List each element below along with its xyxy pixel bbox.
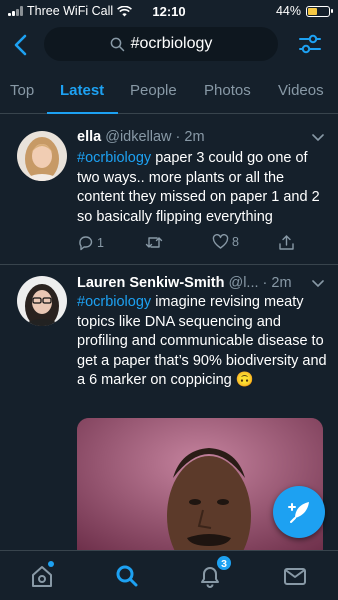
tweet-author-name[interactable]: Lauren Senkiw-Smith [77,275,224,291]
retweet-icon [145,237,163,248]
avatar[interactable] [17,276,67,326]
status-bar: Three WiFi Call 12:10 44% [0,0,338,22]
filter-settings-icon[interactable] [298,33,322,55]
compose-feather-icon [288,502,309,523]
tweet-meta: @idkellaw · 2m [105,129,205,145]
tweet-text: #ocrbiology paper 3 could go one of two … [77,150,320,225]
tweet-author-name[interactable]: ella [77,129,101,145]
search-icon [110,37,124,51]
tweet-actions: 1 8 [77,234,317,254]
battery-percent: 44% [275,4,301,18]
reply-button[interactable]: 1 [77,234,104,251]
search-tabs: Top Latest People Photos Videos [0,72,338,114]
search-input[interactable]: #ocrbiology [44,27,278,61]
active-tab-indicator [47,112,118,114]
search-tab-icon[interactable] [114,563,140,589]
tweet-text: #ocrbiology imagine revising meaty topic… [77,294,327,388]
reply-icon [79,236,93,251]
tab-people[interactable]: People [130,82,177,99]
tab-latest[interactable]: Latest [60,82,104,99]
chevron-down-icon[interactable] [312,134,324,142]
chevron-down-icon[interactable] [312,280,324,288]
battery-icon [306,5,333,17]
messages-envelope-icon[interactable] [282,563,308,589]
compose-tweet-button[interactable] [273,486,325,538]
tweet-meta: @l... · 2m [228,275,292,291]
like-count: 8 [232,235,239,249]
tweet[interactable]: ella @idkellaw · 2m #ocrbiology paper 3 … [0,115,338,265]
hashtag-link[interactable]: #ocrbiology [77,294,151,310]
reply-count: 1 [97,235,104,250]
share-icon [279,235,294,250]
like-button[interactable]: 8 [212,234,239,250]
tab-videos[interactable]: Videos [278,82,324,99]
back-arrow-icon[interactable] [10,33,32,57]
tab-photos[interactable]: Photos [204,82,251,99]
avatar[interactable] [17,131,67,181]
share-button[interactable] [278,234,295,251]
search-header: #ocrbiology [0,27,338,63]
notification-count-badge: 3 [216,555,232,571]
hashtag-link[interactable]: #ocrbiology [77,150,151,166]
bottom-nav: 3 [0,550,338,600]
search-query: #ocrbiology [130,35,213,52]
new-content-dot [48,561,54,567]
retweet-button[interactable] [145,234,166,251]
heart-icon [212,234,229,249]
tab-top[interactable]: Top [10,82,34,99]
